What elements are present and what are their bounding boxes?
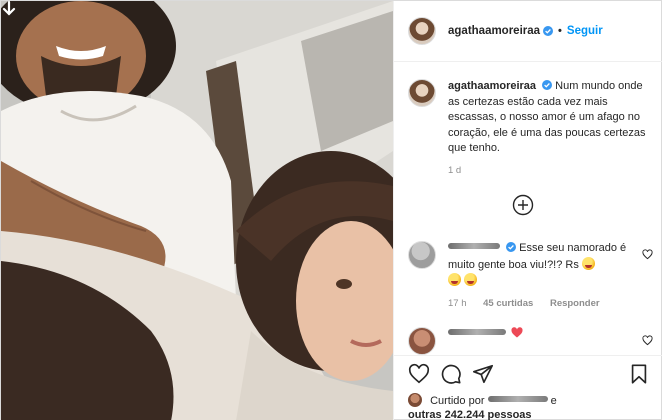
heart-icon[interactable] bbox=[642, 249, 653, 260]
photo-illustration bbox=[1, 1, 393, 420]
heart-icon[interactable] bbox=[642, 335, 653, 346]
comment-icon[interactable] bbox=[440, 363, 462, 385]
caption-text: agathaamoreiraa Num mundo onde as certez… bbox=[448, 79, 653, 157]
comment-likes[interactable]: 45 curtidas bbox=[483, 298, 533, 309]
comment-body: Esse seu namorado é muito gente boa viu!… bbox=[448, 241, 653, 290]
bookmark-icon[interactable] bbox=[628, 363, 650, 385]
author-avatar[interactable] bbox=[408, 17, 436, 45]
grinning-emoji-icon bbox=[464, 273, 478, 286]
instagram-post: agathaamoreiraa • Seguir agathaamoreiraa… bbox=[0, 0, 662, 420]
likes-summary: Curtido por e outras 242.244 pessoas bbox=[408, 393, 658, 420]
verified-badge-icon bbox=[543, 26, 554, 36]
comment-item bbox=[408, 327, 653, 355]
verified-badge-icon bbox=[542, 80, 553, 90]
post-header: agathaamoreiraa • Seguir bbox=[394, 1, 662, 62]
red-heart-icon bbox=[511, 327, 523, 338]
liker-avatar[interactable] bbox=[408, 393, 422, 407]
comment-item: Esse seu namorado é muito gente boa viu!… bbox=[408, 241, 653, 309]
arrow-down-icon[interactable] bbox=[1, 1, 17, 17]
post-side-panel: agathaamoreiraa • Seguir agathaamoreiraa… bbox=[393, 1, 662, 420]
comment-meta: 17 h 45 curtidas Responder bbox=[448, 298, 653, 309]
author-username[interactable]: agathaamoreiraa bbox=[448, 25, 540, 37]
grinning-emoji-icon bbox=[581, 256, 595, 270]
comment-timestamp[interactable]: 17 h bbox=[448, 298, 467, 309]
caption-username[interactable]: agathaamoreiraa bbox=[448, 80, 536, 92]
redacted-username bbox=[487, 396, 548, 402]
grinning-emoji-icon bbox=[448, 273, 461, 286]
caption-avatar[interactable] bbox=[408, 79, 436, 107]
reply-button[interactable]: Responder bbox=[550, 298, 600, 309]
redacted-username bbox=[448, 329, 506, 335]
heart-icon[interactable] bbox=[408, 363, 430, 385]
post-photo[interactable] bbox=[1, 1, 393, 420]
header-separator: • bbox=[558, 25, 562, 37]
comment-body bbox=[448, 327, 653, 343]
share-icon[interactable] bbox=[472, 363, 494, 385]
redacted-username bbox=[448, 243, 500, 249]
commenter-avatar[interactable] bbox=[408, 241, 436, 269]
plus-circle-icon[interactable] bbox=[512, 194, 534, 216]
likes-suffix: e bbox=[550, 395, 557, 407]
caption-timestamp[interactable]: 1 d bbox=[448, 165, 653, 176]
likes-others[interactable]: outras 242.244 pessoas bbox=[408, 409, 532, 420]
follow-button[interactable]: Seguir bbox=[567, 25, 603, 37]
commenter-avatar[interactable] bbox=[408, 327, 436, 355]
verified-badge-icon bbox=[506, 242, 517, 252]
likes-prefix: Curtido por bbox=[430, 395, 485, 407]
post-caption: agathaamoreiraa Num mundo onde as certez… bbox=[408, 79, 653, 176]
action-bar bbox=[394, 355, 662, 391]
